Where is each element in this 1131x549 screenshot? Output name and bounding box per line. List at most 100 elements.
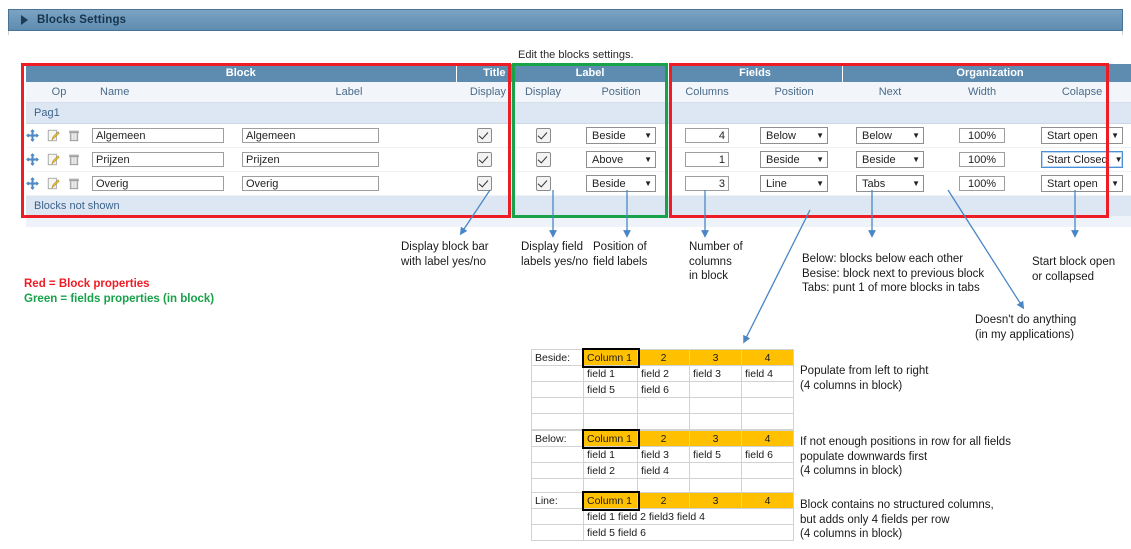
label-position-value: Beside xyxy=(592,129,626,142)
example-row-label: Below: xyxy=(531,430,584,447)
example-cell: field 5 xyxy=(689,446,742,463)
move-icon[interactable] xyxy=(26,153,39,166)
cell-title-display xyxy=(456,171,512,196)
cell-width xyxy=(938,147,1027,172)
delete-icon[interactable] xyxy=(68,129,80,142)
example-cell: field 2 xyxy=(637,365,690,382)
width-input[interactable] xyxy=(959,128,1006,143)
table-row: field 1 field 2 field 3 field 4 xyxy=(531,365,794,382)
label-input[interactable] xyxy=(242,128,379,143)
label-input[interactable] xyxy=(242,176,379,191)
page-caption: Edit the blocks settings. xyxy=(518,49,634,61)
example-cell: field 5 xyxy=(583,381,638,398)
label-display-checkbox[interactable] xyxy=(535,128,551,143)
delete-icon[interactable] xyxy=(68,177,80,190)
example-beside-note: Populate from left to right (4 columns i… xyxy=(800,365,929,392)
next-select[interactable]: Tabs ▼ xyxy=(856,175,925,192)
cell-label-position: Above ▼ xyxy=(574,147,669,172)
field-position-select[interactable]: Line ▼ xyxy=(760,175,829,192)
table-row: field 1 field 3 field 5 field 6 xyxy=(531,446,794,463)
example-header-cell: 4 xyxy=(741,492,794,509)
footer-row-blocks-not-shown: Blocks not shown xyxy=(26,195,1131,216)
example-cell xyxy=(689,381,742,398)
footer-label: Blocks not shown xyxy=(26,195,1131,216)
columns-input[interactable] xyxy=(685,128,730,143)
col-header-collapse: Colapse xyxy=(1026,82,1131,103)
columns-input[interactable] xyxy=(685,152,730,167)
triangle-right-icon[interactable] xyxy=(21,15,28,25)
col-header-label-display: Display xyxy=(512,82,574,103)
next-value: Tabs xyxy=(862,177,886,190)
chevron-down-icon: ▼ xyxy=(816,130,825,140)
example-cell: field 2 xyxy=(583,462,638,479)
collapse-value: Start open xyxy=(1047,177,1098,190)
title-display-checkbox[interactable] xyxy=(476,176,492,191)
example-line-note: Block contains no structured columns, bu… xyxy=(800,499,994,540)
columns-input[interactable] xyxy=(685,176,730,191)
group-header-row: Block Title Label Fields Organization xyxy=(26,64,1131,82)
edit-icon[interactable] xyxy=(47,153,60,166)
example-header-cell: Column 1 xyxy=(581,490,640,511)
cell-collapse: Start open ▼ xyxy=(1026,123,1131,148)
label-input[interactable] xyxy=(242,152,379,167)
name-input[interactable] xyxy=(92,128,224,143)
row-operations xyxy=(26,147,92,172)
chevron-down-icon: ▼ xyxy=(912,154,921,164)
cell-label xyxy=(242,123,456,148)
collapse-select[interactable]: Start Closed ▼ xyxy=(1041,151,1124,168)
collapse-select[interactable]: Start open ▼ xyxy=(1041,175,1124,192)
label-display-checkbox[interactable] xyxy=(535,152,551,167)
chevron-down-icon: ▼ xyxy=(644,130,652,140)
chevron-down-icon: ▼ xyxy=(912,178,921,188)
next-select[interactable]: Beside ▼ xyxy=(856,151,925,168)
cell-next: Below ▼ xyxy=(842,123,939,148)
spacer-row xyxy=(26,216,1131,227)
name-input[interactable] xyxy=(92,176,224,191)
title-display-checkbox[interactable] xyxy=(476,152,492,167)
col-header-title-display: Display xyxy=(456,82,512,103)
width-input[interactable] xyxy=(959,152,1006,167)
label-position-select[interactable]: Above ▼ xyxy=(586,151,656,168)
group-header-fields: Fields xyxy=(668,64,843,82)
cell-label-display xyxy=(512,123,574,148)
chevron-down-icon: ▼ xyxy=(1111,178,1120,188)
window-titlebar[interactable]: Blocks Settings xyxy=(8,9,1123,31)
next-select[interactable]: Below ▼ xyxy=(856,127,925,144)
delete-icon[interactable] xyxy=(68,153,80,166)
col-header-label-position: Position xyxy=(574,82,669,103)
example-header-cell: 2 xyxy=(637,430,690,447)
edit-icon[interactable] xyxy=(47,177,60,190)
move-icon[interactable] xyxy=(26,177,39,190)
section-label: Pag1 xyxy=(26,102,1131,124)
move-icon[interactable] xyxy=(26,129,39,142)
cell-field-position: Beside ▼ xyxy=(746,147,843,172)
cell-name xyxy=(92,147,242,172)
chevron-down-icon: ▼ xyxy=(816,178,825,188)
label-position-select[interactable]: Beside ▼ xyxy=(586,127,656,144)
column-header-row: Op Name Label Display Display Position C… xyxy=(26,82,1131,103)
edit-icon[interactable] xyxy=(47,129,60,142)
example-below-note: If not enough positions in row for all f… xyxy=(800,436,1011,477)
title-display-checkbox[interactable] xyxy=(476,128,492,143)
collapse-select[interactable]: Start open ▼ xyxy=(1041,127,1124,144)
field-position-select[interactable]: Beside ▼ xyxy=(760,151,829,168)
table-row: field 1 field 2 field3 field 4 xyxy=(531,508,794,525)
width-input[interactable] xyxy=(959,176,1006,191)
chevron-down-icon: ▼ xyxy=(644,154,652,164)
example-cell: field 6 xyxy=(637,381,690,398)
cell-title-display xyxy=(456,147,512,172)
label-display-checkbox[interactable] xyxy=(535,176,551,191)
label-position-select[interactable]: Beside ▼ xyxy=(586,175,656,192)
example-cell: field 1 xyxy=(583,365,638,382)
example-header-cell: 2 xyxy=(637,492,690,509)
example-cell: field 4 xyxy=(741,365,794,382)
collapse-value: Start open xyxy=(1047,129,1098,142)
cell-columns xyxy=(668,123,747,148)
col-header-next: Next xyxy=(842,82,939,103)
field-position-select[interactable]: Below ▼ xyxy=(760,127,829,144)
annotation-display-block-bar: Display block bar with label yes/no xyxy=(401,241,489,268)
group-header-block: Block xyxy=(26,64,457,82)
name-input[interactable] xyxy=(92,152,224,167)
cell-width xyxy=(938,123,1027,148)
example-header-cell: Column 1 xyxy=(581,428,640,449)
